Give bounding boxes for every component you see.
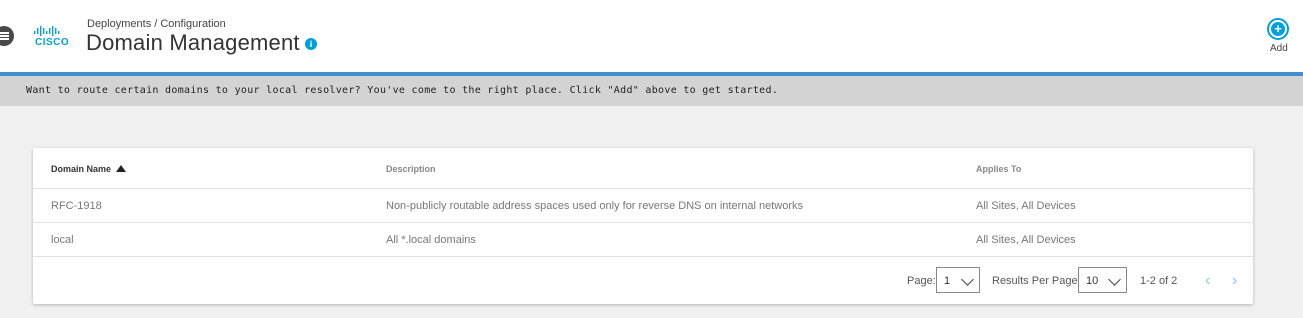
banner-text: Want to route certain domains to your lo… — [26, 85, 779, 96]
results-per-page-value: 10 — [1086, 275, 1099, 287]
breadcrumb: Deployments / Configuration — [87, 18, 226, 30]
chevron-down-icon — [961, 273, 974, 286]
results-per-page-select[interactable]: 10 — [1078, 267, 1127, 293]
cisco-logo: CISCO — [33, 26, 73, 50]
info-banner: Want to route certain domains to your lo… — [0, 76, 1303, 106]
cell-domain: RFC-1918 — [51, 200, 102, 212]
chevron-down-icon — [1108, 273, 1121, 286]
cell-description: All *.local domains — [386, 234, 476, 246]
divider — [33, 188, 1253, 189]
cell-applies-to: All Sites, All Devices — [976, 200, 1076, 212]
plus-icon: + — [1271, 22, 1285, 36]
chevron-right-icon[interactable]: › — [1232, 273, 1237, 289]
domain-table-card: Domain Name Description Applies To RFC-1… — [33, 148, 1253, 304]
sort-ascending-icon — [116, 165, 127, 172]
result-range: 1-2 of 2 — [1140, 275, 1178, 287]
logo-text: CISCO — [35, 37, 70, 48]
column-header-description[interactable]: Description — [386, 164, 436, 174]
cell-domain: local — [51, 234, 74, 246]
add-button[interactable]: + — [1267, 18, 1289, 40]
chevron-left-icon[interactable]: ‹ — [1205, 273, 1210, 289]
hamburger-menu-icon[interactable] — [0, 26, 14, 46]
info-icon[interactable]: i — [305, 38, 317, 50]
page-select[interactable]: 1 — [936, 267, 980, 293]
cell-description: Non-publicly routable address spaces use… — [386, 200, 803, 212]
page-label: Page: — [907, 275, 936, 287]
page-select-value: 1 — [944, 275, 951, 287]
column-header-applies-to[interactable]: Applies To — [976, 164, 1021, 174]
results-per-page-label: Results Per Page: — [992, 275, 1081, 287]
add-label: Add — [1270, 43, 1288, 54]
cell-applies-to: All Sites, All Devices — [976, 234, 1076, 246]
divider — [33, 256, 1253, 257]
app-header: CISCO Deployments / Configuration Domain… — [0, 0, 1303, 72]
column-header-domain-name[interactable]: Domain Name — [51, 164, 127, 174]
column-header-label: Domain Name — [51, 164, 112, 174]
divider — [33, 222, 1253, 223]
page-title: Domain Management — [86, 30, 300, 55]
